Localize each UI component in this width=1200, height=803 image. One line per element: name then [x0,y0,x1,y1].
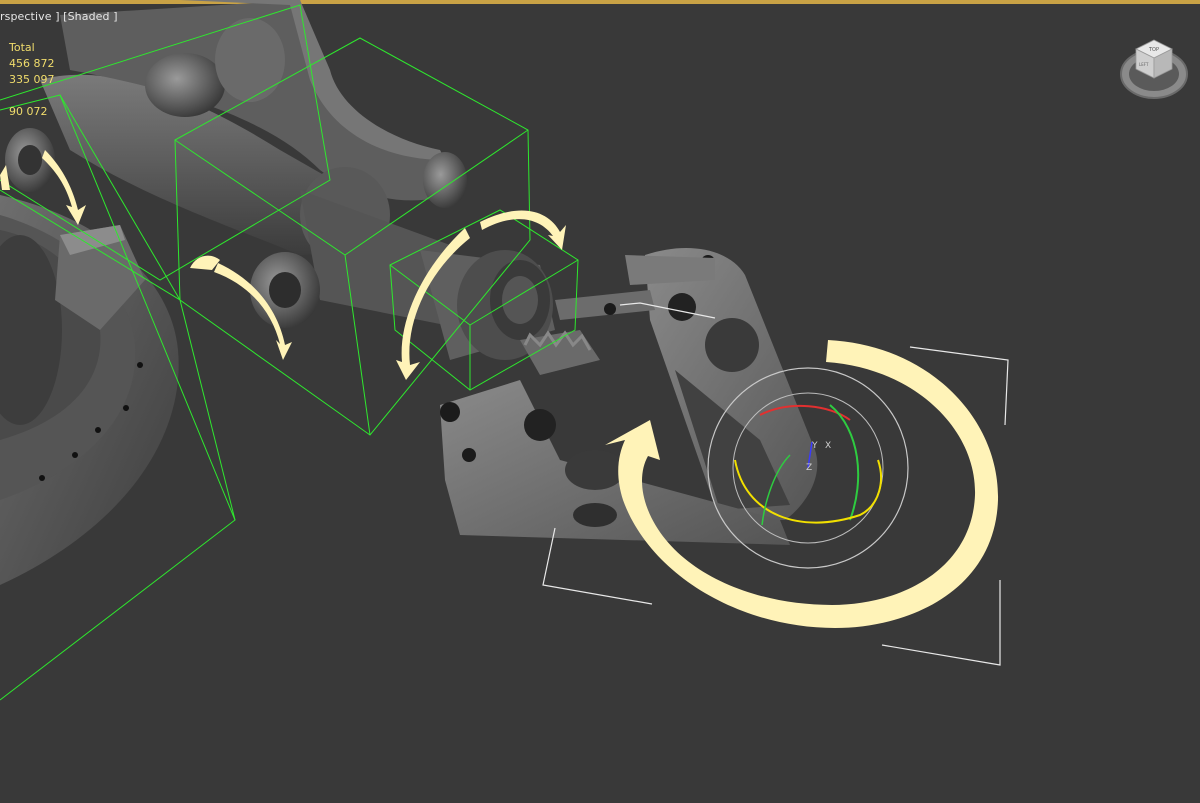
upper-arm[interactable] [40,0,467,256]
viewcube-left-label: LEFT [1139,62,1149,67]
scene-canvas[interactable]: X Y Z [0,0,1200,803]
stats-polys: 456 872 [9,57,55,70]
gizmo-axis-z-label: Z [806,463,812,473]
gizmo-axis-x-label: X [825,441,831,451]
viewcube-top-label: TOP [1148,47,1159,53]
viewport-perspective[interactable]: X Y Z rspective ] [Shaded ] Total 456 87… [0,0,1200,803]
stats-fps: 90 072 [9,105,48,118]
stats-title: Total [9,41,35,54]
gizmo-axis-y-label: Y [811,441,818,451]
viewcube[interactable]: TOP LEFT [1118,36,1190,102]
viewport-label[interactable]: rspective ] [Shaded ] [0,10,118,23]
stats-blank [9,88,55,104]
stats-overlay: Total 456 872 335 097 90 072 [9,40,55,120]
stats-verts: 335 097 [9,73,55,86]
